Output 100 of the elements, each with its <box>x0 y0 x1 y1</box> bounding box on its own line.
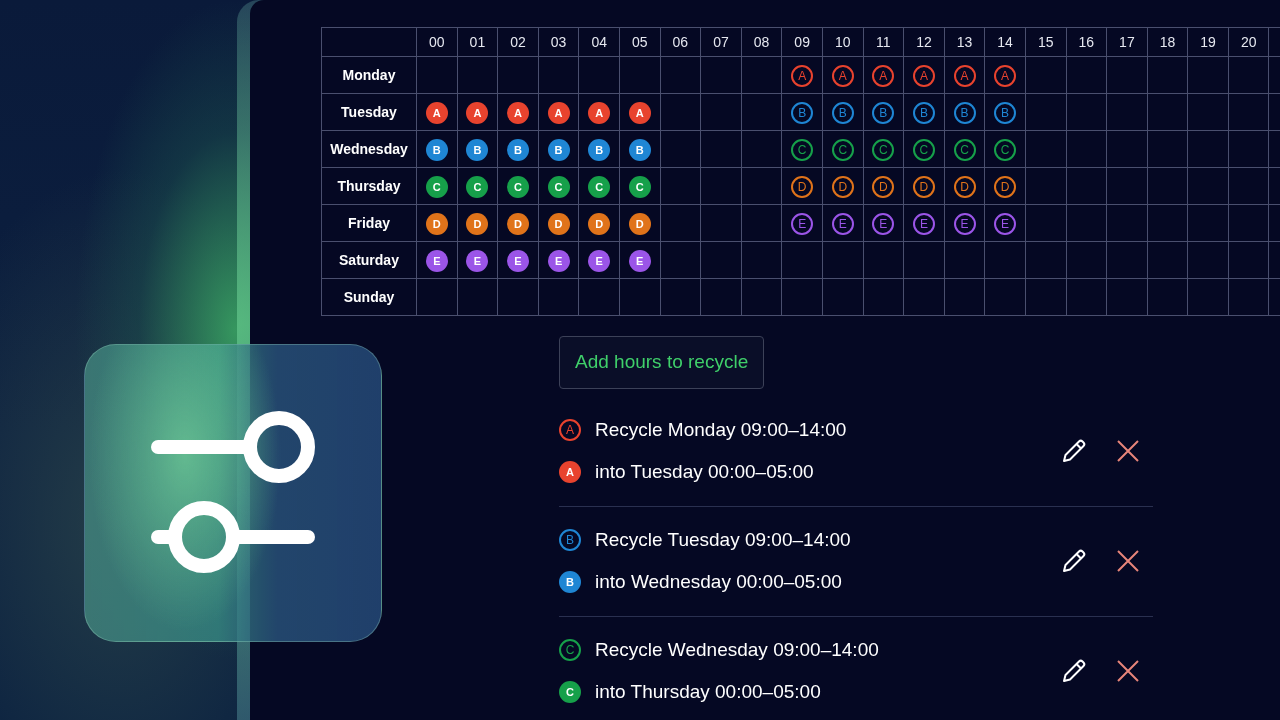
slot-badge: B <box>872 102 895 124</box>
slot-badge: C <box>872 139 895 161</box>
column-header: 18 <box>1147 27 1188 57</box>
column-header: 10 <box>822 27 864 57</box>
column-header: 20 <box>1228 27 1269 57</box>
slot-badge: A <box>791 65 814 87</box>
slot-badge: A <box>425 102 448 125</box>
row-header: Wednesday <box>321 130 417 168</box>
slot-badge: D <box>547 213 570 236</box>
row-header: Tuesday <box>321 93 417 131</box>
slot-badge: D <box>425 213 448 236</box>
column-header: 04 <box>578 27 620 57</box>
slot-badge: E <box>588 250 611 273</box>
close-icon <box>1117 660 1139 682</box>
slot-badge: A <box>994 65 1017 87</box>
column-header: 05 <box>619 27 661 57</box>
slot-badge: C <box>994 139 1017 161</box>
slot-badge: A <box>466 102 489 125</box>
sliders-icon <box>151 410 315 576</box>
slot-badge: B <box>559 528 581 551</box>
close-icon <box>1117 440 1139 462</box>
slot-badge: B <box>912 102 935 124</box>
slot-badge: A <box>628 102 651 125</box>
slot-badge: E <box>466 250 489 273</box>
column-header: 12 <box>903 27 945 57</box>
add-hours-button[interactable]: Add hours to recycle <box>559 336 765 389</box>
slot-badge: D <box>994 176 1017 198</box>
edit-button[interactable] <box>1061 548 1087 574</box>
slot-badge: A <box>831 65 854 87</box>
rule-source-text: Recycle Tuesday 09:00–14:00 <box>595 527 851 552</box>
column-header: 13 <box>944 27 985 57</box>
slot-badge: B <box>791 102 814 124</box>
slot-badge: E <box>507 250 529 273</box>
slot-badge: B <box>507 139 529 162</box>
slot-badge: B <box>466 139 489 162</box>
column-header: 14 <box>984 27 1026 57</box>
slot-badge: E <box>628 250 651 273</box>
slot-badge: A <box>559 461 581 484</box>
column-header: 00 <box>416 27 458 57</box>
slot-badge: C <box>953 139 976 161</box>
slot-badge: E <box>547 250 570 273</box>
row-header: Monday <box>321 56 417 94</box>
column-header: 17 <box>1106 27 1148 57</box>
row-header: Sunday <box>321 278 417 316</box>
row-header: Thursday <box>321 167 417 205</box>
column-header: 06 <box>660 27 701 57</box>
slot-badge: B <box>628 139 651 162</box>
rule-target-text: into Thursday 00:00–05:00 <box>595 680 821 704</box>
rule-source-text: Recycle Monday 09:00–14:00 <box>595 417 847 442</box>
edit-button[interactable] <box>1061 658 1087 684</box>
row-header: Friday <box>321 204 417 242</box>
slot-badge: A <box>559 418 581 441</box>
slot-badge: B <box>953 102 976 124</box>
slot-badge: C <box>831 139 854 161</box>
slot-badge: D <box>507 213 529 236</box>
slot-badge: C <box>559 638 581 661</box>
slot-badge: D <box>588 213 611 236</box>
slot-badge: C <box>425 176 448 199</box>
slot-badge: C <box>466 176 489 199</box>
slot-badge: E <box>425 250 448 273</box>
delete-button[interactable] <box>1117 550 1139 572</box>
slot-badge: A <box>912 65 935 87</box>
slot-badge: B <box>547 139 570 162</box>
slot-badge: A <box>547 102 570 125</box>
column-header: 07 <box>700 27 742 57</box>
slot-badge: C <box>588 176 611 199</box>
slot-badge: E <box>831 213 854 235</box>
slot-badge: E <box>791 213 814 235</box>
delete-button[interactable] <box>1117 440 1139 462</box>
slot-badge: E <box>912 213 935 235</box>
slot-badge: C <box>507 176 529 199</box>
edit-button[interactable] <box>1061 438 1087 464</box>
slot-badge: C <box>912 139 935 161</box>
rule-target-text: into Wednesday 00:00–05:00 <box>595 570 842 594</box>
slot-badge: C <box>791 139 814 161</box>
rule-target-text: into Tuesday 00:00–05:00 <box>595 460 814 484</box>
slot-badge: B <box>559 571 581 594</box>
column-header: 11 <box>863 27 904 57</box>
column-header: 19 <box>1187 27 1229 57</box>
slot-badge: C <box>628 176 651 199</box>
slot-badge: A <box>953 65 976 87</box>
slot-badge: A <box>507 102 529 125</box>
column-header: 15 <box>1025 27 1066 57</box>
pencil-icon <box>1061 548 1087 574</box>
pencil-icon <box>1061 438 1087 464</box>
slot-badge: C <box>547 176 570 199</box>
column-header: 08 <box>741 27 782 57</box>
slot-badge: B <box>994 102 1017 124</box>
delete-button[interactable] <box>1117 660 1139 682</box>
close-icon <box>1117 550 1139 572</box>
slot-badge: B <box>831 102 854 124</box>
slot-badge: E <box>994 213 1017 235</box>
slot-badge: E <box>953 213 976 235</box>
column-header: 01 <box>457 27 498 57</box>
column-header: 16 <box>1066 27 1107 57</box>
slot-badge: D <box>791 176 814 198</box>
pencil-icon <box>1061 658 1087 684</box>
slot-badge: E <box>872 213 895 235</box>
column-header: 02 <box>497 27 539 57</box>
slot-badge: D <box>466 213 489 236</box>
